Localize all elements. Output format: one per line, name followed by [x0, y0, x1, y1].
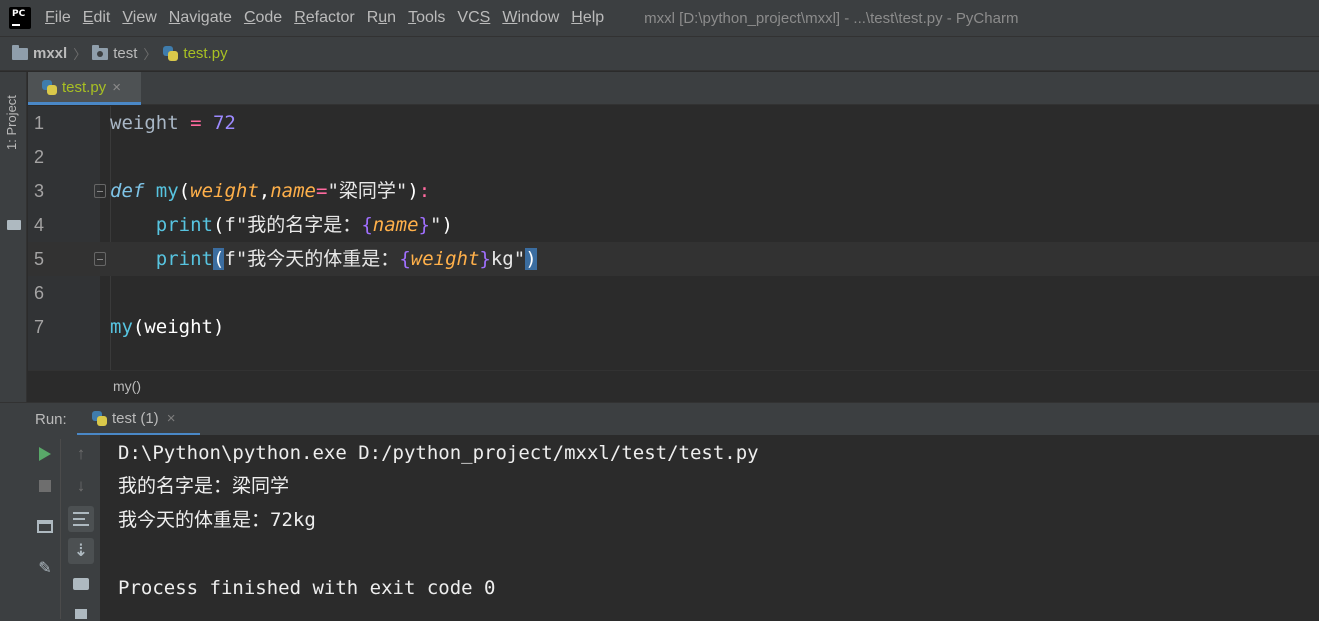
project-tool-tab[interactable]: 1: Project	[2, 80, 24, 160]
window-title: mxxl [D:\python_project\mxxl] - ...\test…	[644, 9, 1019, 27]
breadcrumb-file[interactable]: test.py	[162, 45, 228, 62]
menu-file[interactable]: File	[39, 9, 77, 27]
scroll-to-end-button[interactable]: ⇣	[68, 538, 94, 564]
code-line-1[interactable]: 1 weight = 72	[28, 106, 1319, 140]
close-tab-icon[interactable]: ×	[167, 410, 176, 427]
line-number: 4	[34, 215, 45, 235]
code-line-4[interactable]: 4 print(f"我的名字是：{name}")	[28, 208, 1319, 242]
menu-bar: PC File Edit View Navigate Code Refactor…	[0, 0, 1319, 36]
menu-help[interactable]: Help	[565, 9, 610, 27]
arrow-up-icon: ↑	[76, 444, 86, 463]
menu-window[interactable]: Window	[496, 9, 565, 27]
editor-tab-bar: test.py ×	[28, 72, 1319, 105]
menu-refactor[interactable]: Refactor	[288, 9, 360, 27]
python-file-icon	[41, 79, 58, 96]
line-number: 3	[34, 181, 45, 201]
pin-icon: ✎	[38, 560, 52, 577]
clear-all-button[interactable]	[68, 601, 94, 621]
menu-tools[interactable]: Tools	[402, 9, 451, 27]
scroll-to-end-icon: ⇣	[73, 541, 89, 560]
run-panel-header: Run: test (1) ×	[0, 402, 1319, 436]
trash-icon	[75, 609, 87, 619]
line-number: 7	[34, 317, 45, 337]
editor-context-breadcrumb[interactable]: my()	[28, 370, 1319, 401]
print-button[interactable]	[68, 571, 94, 597]
left-tool-strip: 1: Project	[0, 72, 27, 402]
code-line-2[interactable]: 2	[28, 140, 1319, 174]
folder-icon	[12, 44, 28, 60]
console-line: D:\Python\python.exe D:/python_project/m…	[118, 442, 759, 464]
line-number: 6	[34, 283, 45, 303]
menu-vcs[interactable]: VCS	[451, 9, 496, 27]
line-number: 1	[34, 113, 45, 133]
menu-navigate[interactable]: Navigate	[163, 9, 238, 27]
fold-icon[interactable]	[94, 184, 106, 198]
console-line: 我的名字是：梁同学	[118, 475, 290, 497]
run-tab-test[interactable]: test (1) ×	[77, 403, 200, 436]
code-editor[interactable]: 1 weight = 72 2 3 def my(weight,name="梁同…	[28, 106, 1319, 370]
rerun-button[interactable]	[32, 441, 58, 467]
print-icon	[73, 578, 89, 590]
layout-icon	[37, 519, 53, 533]
code-line-7[interactable]: 7 my(weight)	[28, 310, 1319, 344]
run-label: Run:	[35, 410, 67, 428]
code-line-6[interactable]: 6	[28, 276, 1319, 310]
soft-wrap-button[interactable]	[68, 506, 94, 532]
python-run-config-icon	[91, 410, 108, 427]
stop-button[interactable]	[32, 473, 58, 499]
chevron-right-icon: 〉	[73, 47, 87, 62]
breadcrumb-folder[interactable]: test	[92, 44, 137, 62]
close-tab-icon[interactable]: ×	[112, 79, 121, 96]
editor-tab-test-py[interactable]: test.py ×	[28, 72, 141, 105]
python-file-icon	[162, 45, 179, 62]
toolbar-divider	[60, 439, 61, 619]
code-line-5[interactable]: 5 print(f"我今天的体重是：{weight}kg")	[28, 242, 1319, 276]
project-folder-icon[interactable]	[7, 220, 21, 230]
line-number: 2	[34, 147, 45, 167]
chevron-right-icon: 〉	[143, 47, 157, 62]
run-console[interactable]: D:\Python\python.exe D:/python_project/m…	[100, 435, 1319, 621]
line-number: 5	[28, 242, 100, 276]
menu-view[interactable]: View	[116, 9, 162, 27]
console-line: Process finished with exit code 0	[118, 577, 496, 599]
soft-wrap-icon	[73, 512, 89, 526]
scroll-down-button[interactable]: ↓	[68, 473, 94, 499]
menu-code[interactable]: Code	[238, 9, 288, 27]
menu-edit[interactable]: Edit	[77, 9, 117, 27]
pin-tab-button[interactable]: ✎	[32, 555, 58, 581]
code-line-3[interactable]: 3 def my(weight,name="梁同学"):	[28, 174, 1319, 208]
navigation-bar: mxxl 〉 test 〉 test.py	[0, 36, 1319, 71]
menu-run[interactable]: Run	[361, 9, 402, 27]
scroll-up-button[interactable]: ↑	[68, 441, 94, 467]
run-toolbar: ✎ ↑ ↓ ⇣	[0, 435, 100, 621]
console-line: 我今天的体重是：72kg	[118, 509, 316, 531]
fold-end-icon[interactable]	[94, 252, 106, 266]
stop-icon	[39, 480, 51, 492]
test-folder-icon	[92, 44, 109, 60]
arrow-down-icon: ↓	[76, 476, 86, 495]
pycharm-logo-icon: PC	[7, 5, 33, 31]
breadcrumb-project[interactable]: mxxl	[12, 44, 67, 62]
restore-layout-button[interactable]	[32, 513, 58, 539]
play-icon	[39, 447, 51, 461]
